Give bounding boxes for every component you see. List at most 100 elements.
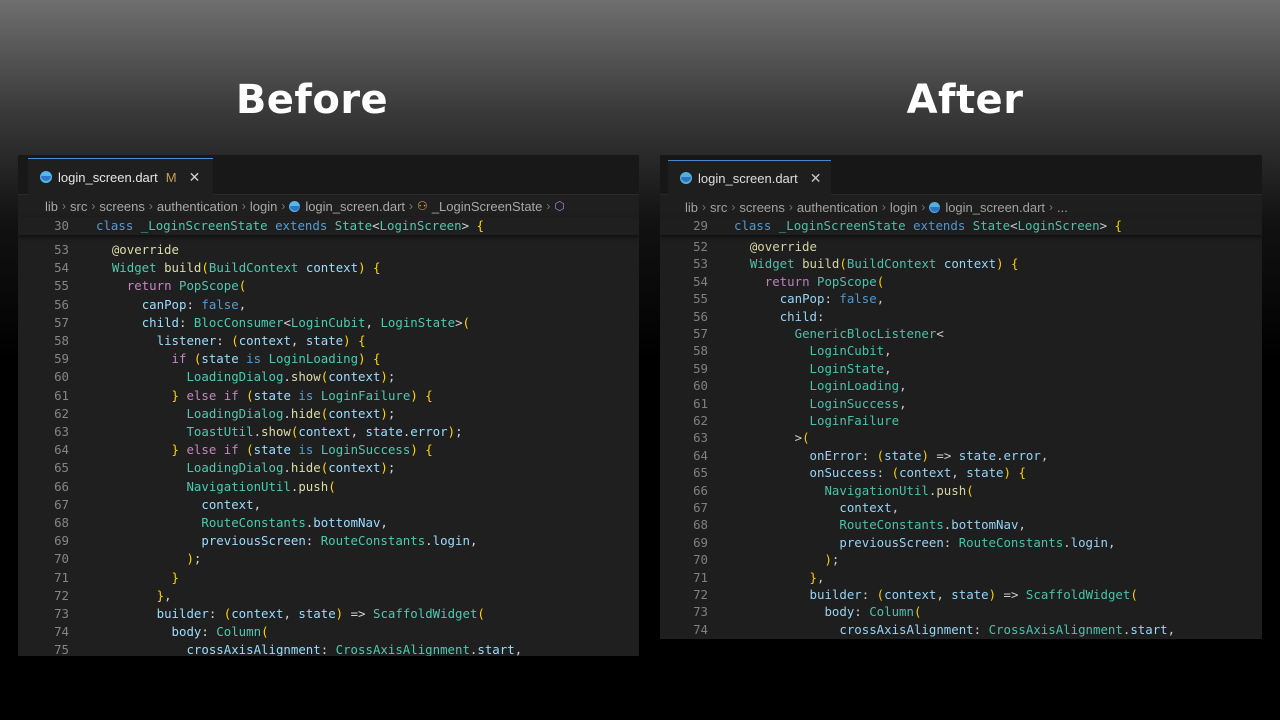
modified-indicator: M bbox=[165, 169, 177, 185]
close-icon[interactable]: ✕ bbox=[189, 169, 201, 186]
code-line-row[interactable]: 62 LoginFailure bbox=[660, 412, 899, 430]
line-number: 70 bbox=[693, 552, 708, 568]
code-line: if (state is LoginLoading) { bbox=[171, 351, 381, 367]
before-editor-panel: login_screen.dart M ✕ lib › src › screens ›… bbox=[18, 155, 639, 656]
code-area[interactable]: 52 @override 53 Widget build(BuildContext… bbox=[660, 235, 1262, 639]
code-line: LoginState, bbox=[809, 360, 892, 376]
code-line-row[interactable]: 59 LoginState, bbox=[660, 360, 892, 378]
code-line-row[interactable]: 67 context, bbox=[18, 496, 261, 514]
line-number: 57 bbox=[693, 326, 708, 341]
code-line-row[interactable]: 69 previousScreen: RouteConstants.login, bbox=[18, 532, 477, 550]
breadcrumb-item[interactable]: ... bbox=[1057, 200, 1068, 215]
code-line-row[interactable]: 68 RouteConstants.bottomNav, bbox=[18, 514, 388, 532]
tab-filename: login_screen.dart bbox=[58, 169, 158, 185]
code-line: LoginLoading, bbox=[809, 378, 907, 394]
chevron-right-icon: › bbox=[731, 200, 736, 214]
breadcrumb-item[interactable]: src bbox=[70, 199, 87, 214]
code-line-row[interactable]: 69 previousScreen: RouteConstants.login, bbox=[660, 534, 1115, 552]
code-line-row[interactable]: 74 body: Column( bbox=[18, 623, 268, 641]
chevron-right-icon: › bbox=[1049, 200, 1054, 214]
dart-file-icon bbox=[680, 172, 692, 184]
file-tab[interactable]: login_screen.dart M ✕ bbox=[28, 158, 213, 195]
breadcrumb-item[interactable]: authentication bbox=[157, 199, 238, 214]
code-line-row[interactable]: 63 >( bbox=[660, 429, 809, 447]
file-tab[interactable]: login_screen.dart ✕ bbox=[668, 160, 831, 195]
breadcrumb-item[interactable]: src bbox=[710, 200, 727, 215]
code-line-row[interactable]: 68 RouteConstants.bottomNav, bbox=[660, 516, 1026, 534]
code-line-row[interactable]: 72 builder: (context, state) => Scaffold… bbox=[660, 586, 1138, 604]
after-editor-panel: login_screen.dart ✕ lib › src › screens › a… bbox=[660, 155, 1262, 639]
code-line: builder: (context, state) => ScaffoldWid… bbox=[156, 606, 485, 621]
code-line-row[interactable]: 57 child: BlocConsumer<LoginCubit, Login… bbox=[18, 314, 470, 332]
sticky-scroll-line[interactable]: 29 class _LoginScreenState extends State<… bbox=[660, 217, 1262, 235]
chevron-right-icon: › bbox=[241, 199, 246, 213]
code-line-row[interactable]: 56 child: bbox=[660, 308, 824, 326]
code-line-row[interactable]: 59 if (state is LoginLoading) { bbox=[18, 350, 381, 368]
code-line-row[interactable]: 57 GenericBlocListener< bbox=[660, 325, 944, 343]
code-line-row[interactable]: 60 LoginLoading, bbox=[660, 377, 907, 395]
code-line-row[interactable]: 62 LoadingDialog.hide(context); bbox=[18, 405, 395, 423]
chevron-right-icon: › bbox=[91, 199, 96, 213]
code-line: child: BlocConsumer<LoginCubit, LoginSta… bbox=[141, 314, 470, 330]
breadcrumb: lib › src › screens › authentication › login… bbox=[660, 196, 1262, 218]
code-line-row[interactable]: 66 NavigationUtil.push( bbox=[660, 482, 974, 500]
breadcrumb-item[interactable]: _LoginScreenState bbox=[432, 199, 543, 214]
code-line-row[interactable]: 58 listener: (context, state) { bbox=[18, 332, 365, 350]
breadcrumb-item[interactable]: screens bbox=[99, 199, 145, 214]
code-line-row[interactable]: 72 }, bbox=[18, 587, 171, 605]
code-line-row[interactable]: 54 return PopScope( bbox=[660, 273, 884, 291]
code-area[interactable]: 53 @override 54 Widget build(BuildContext… bbox=[18, 235, 639, 656]
line-number: 58 bbox=[54, 333, 69, 348]
breadcrumb-item[interactable]: screens bbox=[739, 200, 785, 215]
code-line-row[interactable]: 74 crossAxisAlignment: CrossAxisAlignmen… bbox=[660, 621, 1175, 639]
code-line-row[interactable]: 70 ); bbox=[660, 551, 839, 569]
code-line-row[interactable]: 64 onError: (state) => state.error, bbox=[660, 447, 1048, 465]
code-line-row[interactable]: 67 context, bbox=[660, 499, 899, 517]
code-line-row[interactable]: 65 onSuccess: (context, state) { bbox=[660, 464, 1026, 482]
code-line: LoadingDialog.show(context); bbox=[186, 369, 396, 385]
code-line-row[interactable]: 61 LoginSuccess, bbox=[660, 395, 906, 413]
code-line-row[interactable]: 65 LoadingDialog.hide(context); bbox=[18, 459, 395, 477]
code-line-row[interactable]: 60 LoadingDialog.show(context); bbox=[18, 368, 395, 386]
code-line: builder: (context, state) => ScaffoldWid… bbox=[809, 587, 1138, 602]
code-line-row[interactable]: 56 canPop: false, bbox=[18, 296, 246, 314]
line-number: 73 bbox=[693, 604, 708, 620]
code-line-row[interactable]: 73 body: Column( bbox=[660, 603, 921, 621]
breadcrumb-item[interactable]: login_screen.dart bbox=[945, 200, 1045, 215]
before-heading: Before bbox=[235, 77, 389, 123]
code-line-row[interactable]: 54 Widget build(BuildContext context) { bbox=[18, 259, 380, 277]
line-number: 67 bbox=[54, 496, 69, 512]
code-line-row[interactable]: 71 } bbox=[18, 569, 179, 587]
code-line-row[interactable]: 61 } else if (state is LoginFailure) { bbox=[18, 387, 433, 405]
breadcrumb-item[interactable]: authentication bbox=[797, 200, 878, 215]
code-line: onSuccess: (context, state) { bbox=[809, 465, 1026, 481]
code-line-row[interactable]: 66 NavigationUtil.push( bbox=[18, 478, 336, 496]
line-number: 65 bbox=[54, 460, 69, 476]
line-number: 68 bbox=[693, 517, 708, 533]
line-number: 57 bbox=[54, 314, 69, 330]
code-line-row[interactable]: 71 }, bbox=[660, 569, 824, 587]
breadcrumb-item[interactable]: login_screen.dart bbox=[305, 199, 405, 214]
code-line-row[interactable]: 70 ); bbox=[18, 550, 201, 568]
breadcrumb-item[interactable]: login bbox=[890, 200, 917, 215]
code-line-row[interactable]: 55 return PopScope( bbox=[18, 277, 246, 295]
code-line-row[interactable]: 58 LoginCubit, bbox=[660, 342, 892, 360]
sticky-scroll-line[interactable]: 30 class _LoginScreenState extends State<… bbox=[18, 217, 639, 235]
line-number: 63 bbox=[693, 430, 708, 446]
code-line-row[interactable]: 75 crossAxisAlignment: CrossAxisAlignmen… bbox=[18, 641, 522, 656]
editor-tab-bar: login_screen.dart ✕ bbox=[660, 155, 1262, 195]
line-number: 72 bbox=[54, 587, 69, 603]
chevron-right-icon: › bbox=[546, 199, 551, 213]
line-number: 71 bbox=[693, 569, 708, 585]
code-line-row[interactable]: 64 } else if (state is LoginSuccess) { bbox=[18, 441, 433, 459]
close-icon[interactable]: ✕ bbox=[810, 170, 822, 187]
code-line-row[interactable]: 73 builder: (context, state) => Scaffold… bbox=[18, 605, 485, 623]
code-line: LoginFailure bbox=[809, 413, 900, 428]
code-line-row[interactable]: 63 ToastUtil.show(context, state.error); bbox=[18, 423, 462, 441]
breadcrumb-item[interactable]: lib bbox=[685, 200, 698, 215]
breadcrumb-item[interactable]: login bbox=[250, 199, 277, 214]
code-line: @override bbox=[111, 242, 179, 257]
code-line-row[interactable]: 55 canPop: false, bbox=[660, 290, 884, 308]
breadcrumb-item[interactable]: lib bbox=[45, 199, 58, 214]
code-line-row[interactable]: 53 Widget build(BuildContext context) { bbox=[660, 255, 1018, 273]
